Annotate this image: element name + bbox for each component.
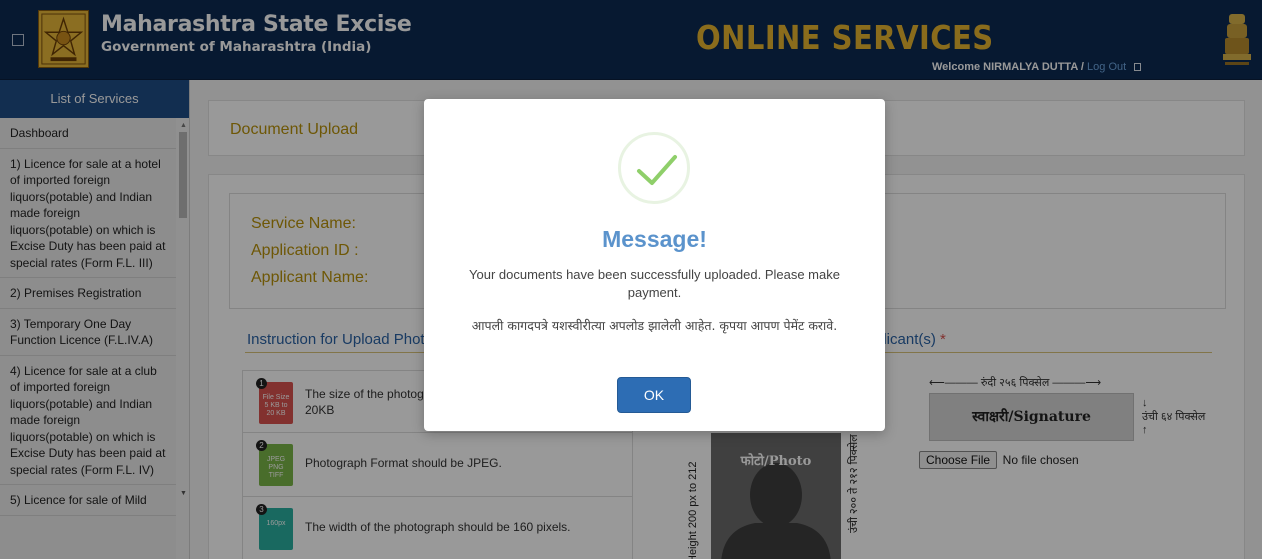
dialog-message-marathi: आपली कागदपत्रे यशस्वीरीत्या अपलोड झालेली… bbox=[471, 318, 838, 333]
success-check-icon bbox=[618, 132, 690, 204]
dialog-title: Message! bbox=[602, 226, 707, 252]
dialog-message: Your documents have been successfully up… bbox=[469, 267, 840, 300]
success-dialog: Message! Your documents have been succes… bbox=[424, 99, 885, 431]
ok-button[interactable]: OK bbox=[617, 377, 691, 413]
